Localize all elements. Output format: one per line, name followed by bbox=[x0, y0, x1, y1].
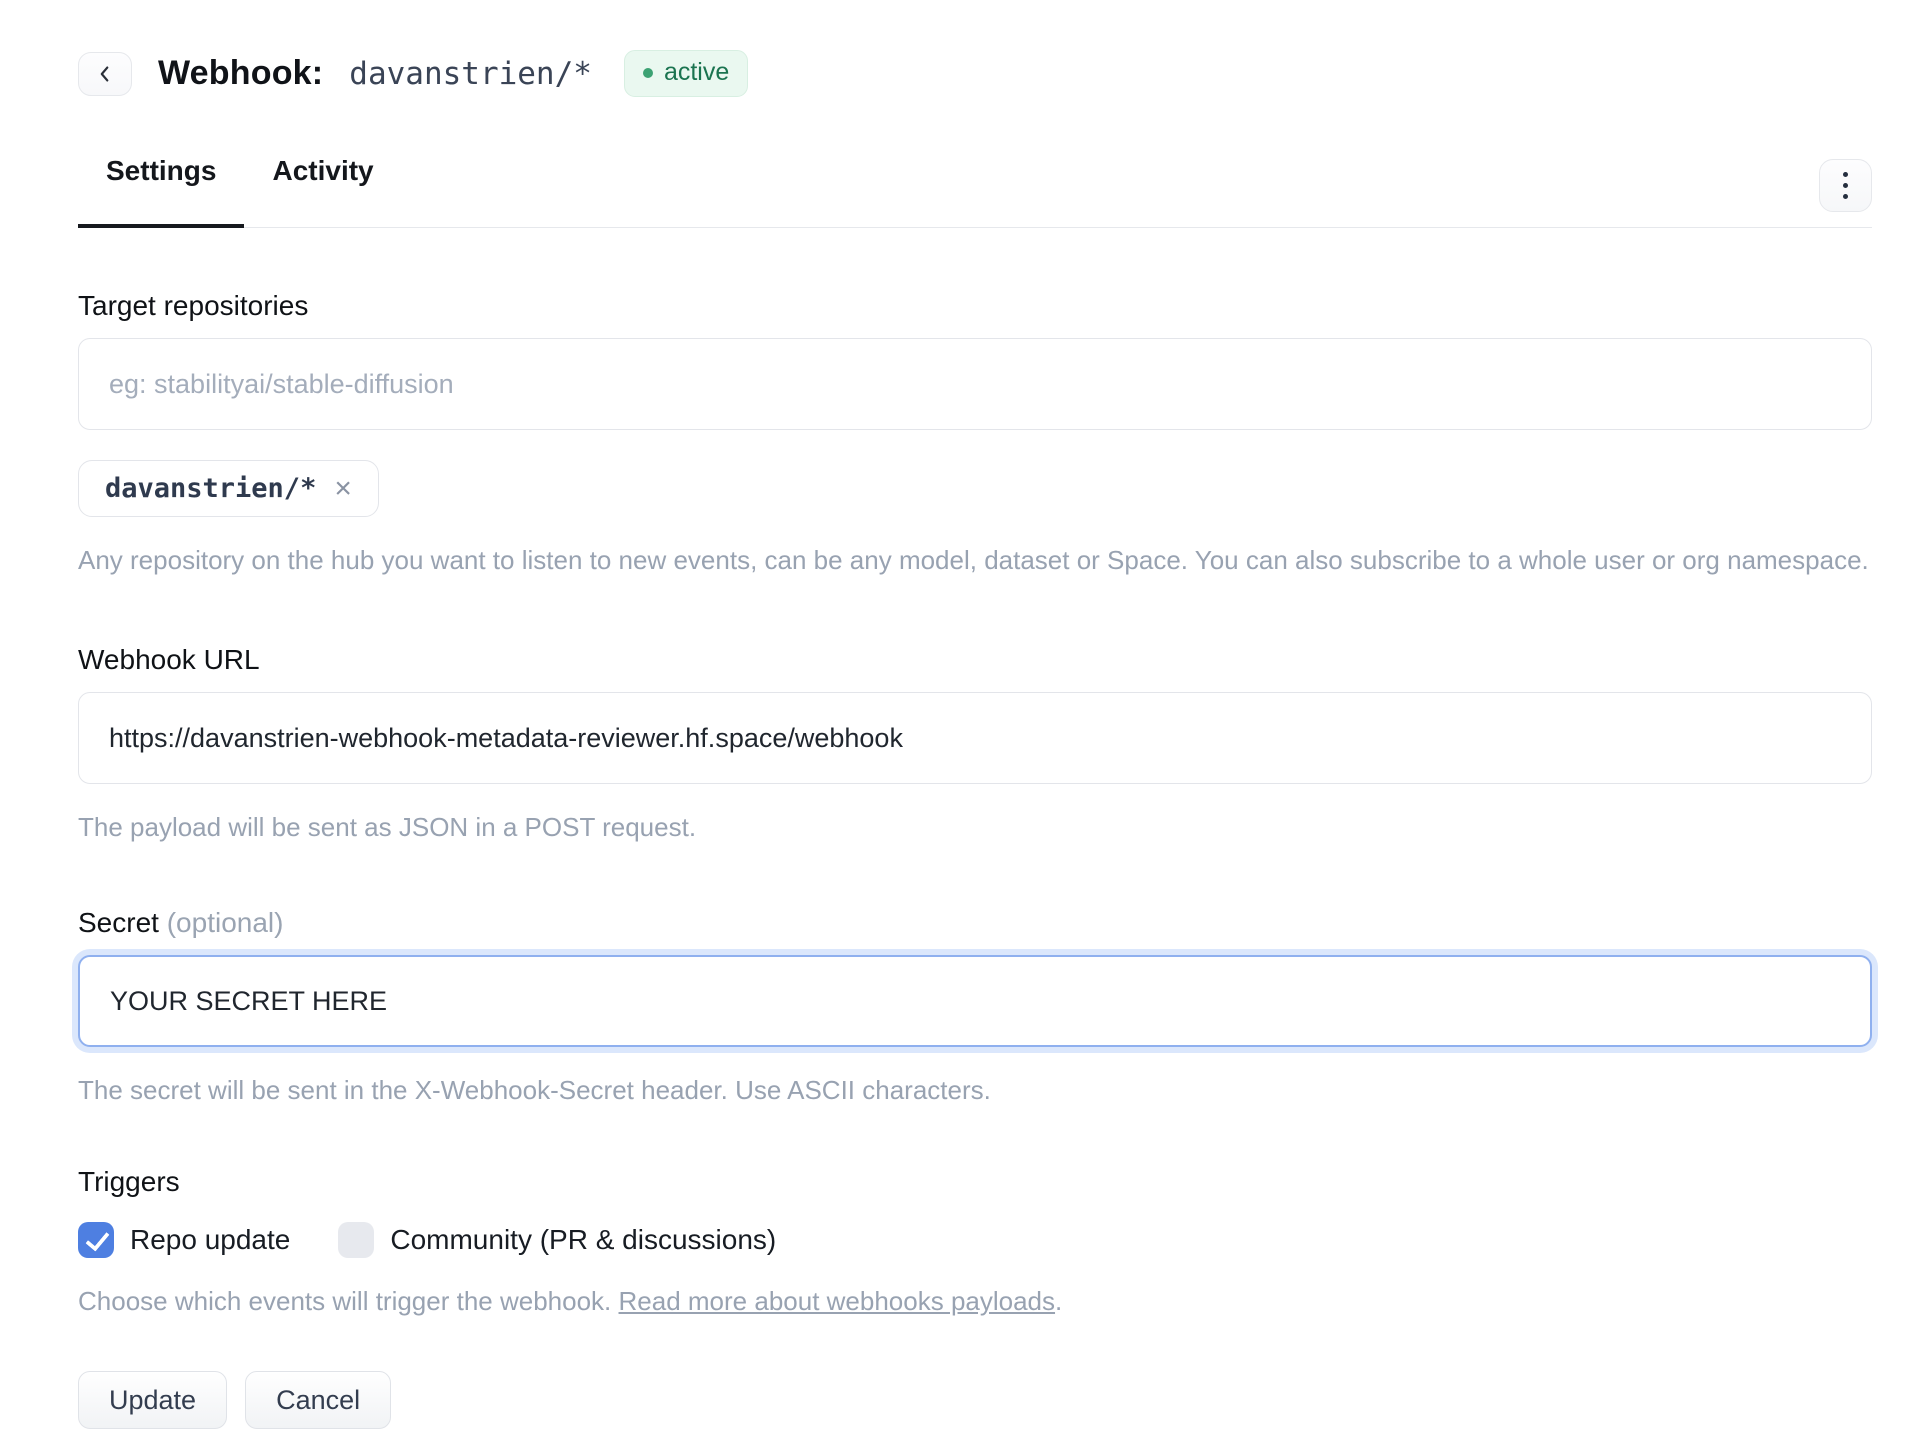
status-badge-label: active bbox=[664, 58, 729, 87]
secret-help: The secret will be sent in the X-Webhook… bbox=[78, 1075, 1872, 1106]
webhook-repo-name: davanstrien/* bbox=[349, 56, 592, 92]
triggers-options-row: Repo update Community (PR & discussions) bbox=[78, 1222, 1872, 1258]
page-header: Webhook: davanstrien/* active bbox=[78, 50, 1872, 97]
webhooks-payloads-link[interactable]: Read more about webhooks payloads bbox=[619, 1286, 1056, 1316]
remove-tag-icon[interactable]: × bbox=[334, 474, 352, 504]
secret-optional-text: (optional) bbox=[167, 907, 284, 938]
repo-tag-chip[interactable]: davanstrien/* × bbox=[78, 460, 379, 517]
form-actions: Update Cancel bbox=[78, 1371, 1872, 1429]
tab-settings[interactable]: Settings bbox=[78, 155, 244, 227]
status-badge: active bbox=[624, 50, 748, 97]
target-repositories-label: Target repositories bbox=[78, 290, 1872, 322]
tab-activity[interactable]: Activity bbox=[244, 155, 401, 227]
repo-update-checkbox[interactable] bbox=[78, 1222, 114, 1258]
webhook-url-help: The payload will be sent as JSON in a PO… bbox=[78, 812, 1872, 843]
repo-tag-value: davanstrien/* bbox=[105, 473, 316, 504]
triggers-help-prefix: Choose which events will trigger the web… bbox=[78, 1286, 619, 1316]
status-dot-icon bbox=[643, 68, 653, 78]
community-checkbox[interactable] bbox=[338, 1222, 374, 1258]
tab-bar: Settings Activity bbox=[78, 155, 1872, 228]
webhook-url-input[interactable] bbox=[78, 692, 1872, 784]
more-options-button[interactable] bbox=[1819, 159, 1872, 212]
secret-input[interactable] bbox=[78, 955, 1872, 1047]
triggers-section: Triggers Repo update Community (PR & dis… bbox=[78, 1166, 1872, 1317]
webhook-settings-page: Webhook: davanstrien/* active Settings A… bbox=[0, 0, 1924, 1429]
secret-label-text: Secret bbox=[78, 907, 159, 938]
update-button[interactable]: Update bbox=[78, 1371, 227, 1429]
target-repositories-help: Any repository on the hub you want to li… bbox=[78, 545, 1872, 576]
target-repositories-input[interactable] bbox=[78, 338, 1872, 430]
target-repositories-section: Target repositories davanstrien/* × Any … bbox=[78, 290, 1872, 576]
repo-update-label: Repo update bbox=[130, 1224, 290, 1256]
chevron-left-icon bbox=[94, 63, 116, 85]
secret-label: Secret (optional) bbox=[78, 907, 1872, 939]
cancel-button[interactable]: Cancel bbox=[245, 1371, 391, 1429]
community-label: Community (PR & discussions) bbox=[390, 1224, 776, 1256]
back-button[interactable] bbox=[78, 52, 132, 96]
triggers-label: Triggers bbox=[78, 1166, 1872, 1198]
triggers-help: Choose which events will trigger the web… bbox=[78, 1286, 1872, 1317]
webhook-url-section: Webhook URL The payload will be sent as … bbox=[78, 644, 1872, 843]
triggers-help-suffix: . bbox=[1055, 1286, 1062, 1316]
webhook-url-label: Webhook URL bbox=[78, 644, 1872, 676]
trigger-option-community[interactable]: Community (PR & discussions) bbox=[338, 1222, 776, 1258]
secret-section: Secret (optional) The secret will be sen… bbox=[78, 907, 1872, 1106]
kebab-vertical-icon bbox=[1843, 172, 1848, 199]
page-title: Webhook: bbox=[158, 54, 323, 93]
trigger-option-repo-update[interactable]: Repo update bbox=[78, 1222, 290, 1258]
